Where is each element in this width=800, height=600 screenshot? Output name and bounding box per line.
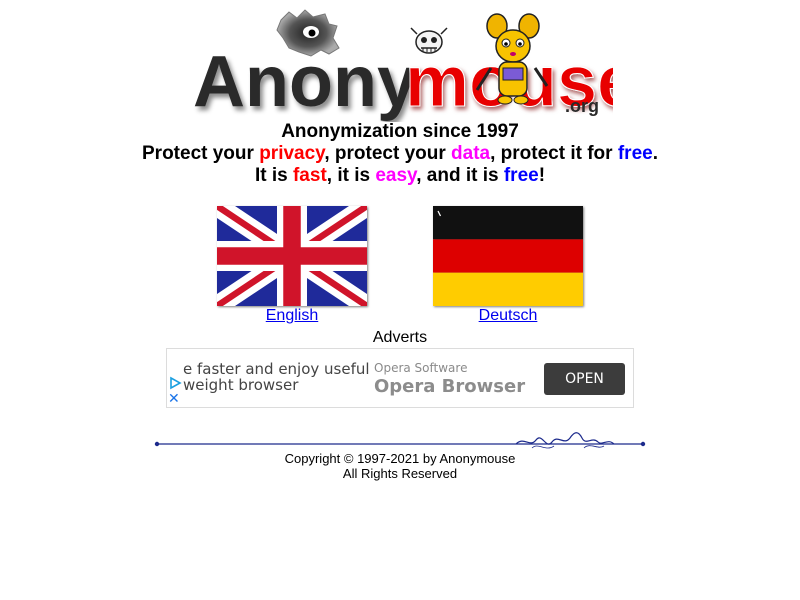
tagline-word-free: free [503,165,539,186]
adchoices-icon[interactable] [168,376,182,390]
tagline-word-easy: easy [375,165,417,186]
english-link[interactable]: English [217,307,367,325]
tagline-text: ! [538,165,546,186]
page: Anony mouse [0,0,800,600]
close-icon[interactable]: ✕ [168,391,182,405]
advert-copy-line-2: weight browser [183,376,299,394]
tagline-line-2: Protect your privacy, protect your data,… [0,143,800,165]
advert-copy: e faster and enjoy useful weight browser [183,361,370,393]
adverts-label: Adverts [372,329,428,346]
tagline-word-privacy: privacy [259,143,325,164]
tagline-text: , and it is [416,165,504,186]
ornamental-divider [154,432,646,449]
language-option-english[interactable]: English [217,206,367,325]
tagline-text: It is [254,165,293,186]
advert-banner[interactable]: e faster and enjoy useful weight browser… [166,348,634,408]
anonymouse-logo[interactable]: Anony mouse [193,8,613,122]
tagline-word-data: data [451,143,491,164]
tagline-line-1: Anonymization since 1997 [281,121,519,142]
tagline-text: . [652,143,658,164]
tagline-word-fast: fast [292,165,327,186]
tagline-text: Protect your [142,143,260,164]
tagline-text: , protect your [324,143,452,164]
rights-text: All Rights Reserved [342,466,458,481]
logo-text-dark: Anony [193,42,417,122]
logo-domain: .org [565,96,599,116]
advert-open-button[interactable]: OPEN [544,363,625,395]
language-option-deutsch[interactable]: Deutsch [433,206,583,325]
advert-brand-big: Opera Browser [374,376,526,397]
tagline-line-3: It is fast, it is easy, and it is free! [0,165,800,187]
copyright-text: Copyright © 1997-2021 by Anonymouse [284,451,516,466]
uk-flag-icon[interactable] [217,206,367,306]
german-flag-icon[interactable] [433,206,583,306]
tagline-text: , it is [326,165,376,186]
advert-brand-small: Opera Software [374,361,468,375]
tagline-text: , protect it for [490,143,618,164]
tagline-word-free: free [617,143,653,164]
deutsch-link[interactable]: Deutsch [433,307,583,325]
